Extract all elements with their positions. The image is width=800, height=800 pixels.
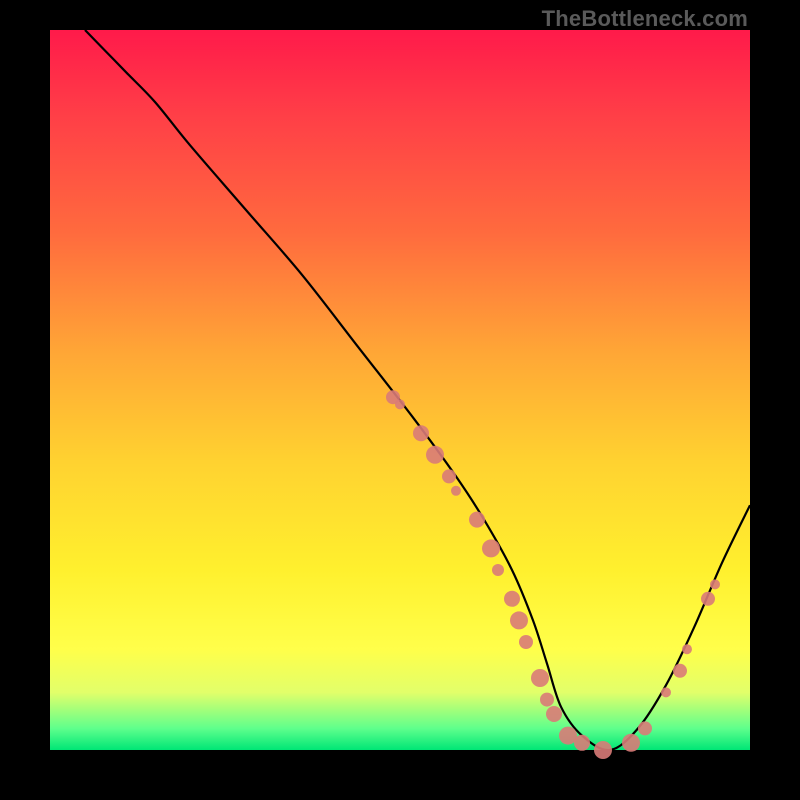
data-point	[395, 399, 405, 409]
data-point	[574, 735, 590, 751]
data-point	[540, 693, 554, 707]
data-point	[673, 664, 687, 678]
bottleneck-curve	[85, 30, 750, 750]
data-point	[546, 706, 562, 722]
data-point	[451, 486, 461, 496]
data-point	[531, 669, 549, 687]
data-point	[482, 539, 500, 557]
data-point	[426, 446, 444, 464]
data-point	[682, 644, 692, 654]
data-point	[504, 591, 520, 607]
data-point	[519, 635, 533, 649]
chart-area	[50, 30, 750, 750]
data-point	[469, 512, 485, 528]
data-point	[622, 734, 640, 752]
data-point	[594, 741, 612, 759]
data-point	[638, 721, 652, 735]
data-point	[492, 564, 504, 576]
chart-svg	[50, 30, 750, 750]
data-point	[661, 687, 671, 697]
data-point	[442, 469, 456, 483]
data-markers	[386, 390, 720, 759]
data-point	[701, 592, 715, 606]
data-point	[710, 579, 720, 589]
data-point	[413, 425, 429, 441]
data-point	[510, 611, 528, 629]
watermark-text: TheBottleneck.com	[542, 6, 748, 32]
